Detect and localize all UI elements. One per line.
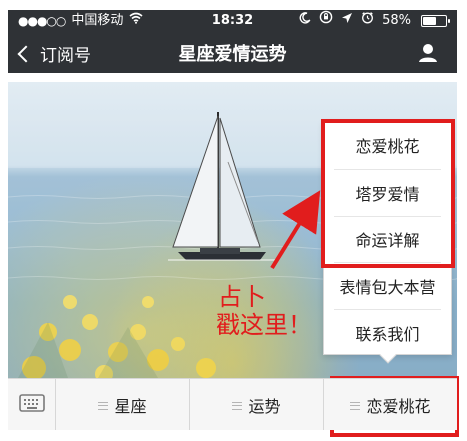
tab-fortune-label: 运势 [248,396,281,416]
alarm-icon [361,10,374,32]
menu-item-love-luck[interactable]: 恋爱桃花 [334,122,441,169]
tab-love-luck-label: 恋爱桃花 [366,396,431,416]
popup-menu: 恋爱桃花 塔罗爱情 命运详解 表情包大本营 联系我们 [323,121,452,364]
battery-level [423,17,436,25]
nav-bar: 订阅号 星座爱情运势 [8,32,457,73]
back-label: 订阅号 [40,46,91,66]
back-button[interactable]: 订阅号 [17,41,91,66]
keyboard-icon [18,393,45,416]
user-icon[interactable] [417,41,439,63]
tab-love-luck[interactable]: 恋爱桃花 [324,379,457,430]
chevron-left-icon [17,45,35,63]
tab-fortune[interactable]: 运势 [190,379,324,430]
keyboard-button[interactable] [8,379,56,430]
menu-item-tarot-love[interactable]: 塔罗爱情 [334,168,441,216]
status-right: 58% [299,10,450,32]
battery-percent: 58% [382,13,411,28]
tab-zodiac[interactable]: 星座 [56,379,190,430]
location-icon [341,10,353,32]
menu-item-destiny-details[interactable]: 命运详解 [334,215,441,263]
lock-rotation-icon [319,10,333,32]
status-bar: ●●●○○ 中国移动 18:32 58% [8,10,457,32]
top-bar: ●●●○○ 中国移动 18:32 58% 订阅号 星座爱情运势 [8,10,457,73]
bottom-menu-bar: 星座 运势 恋爱桃花 [8,378,457,430]
battery-icon [421,15,450,27]
tab-zodiac-label: 星座 [114,396,147,416]
menu-lines-icon [350,401,361,410]
moon-icon [299,10,311,32]
menu-lines-icon [232,401,243,410]
menu-lines-icon [98,401,109,410]
menu-item-sticker-camp[interactable]: 表情包大本营 [334,262,441,309]
